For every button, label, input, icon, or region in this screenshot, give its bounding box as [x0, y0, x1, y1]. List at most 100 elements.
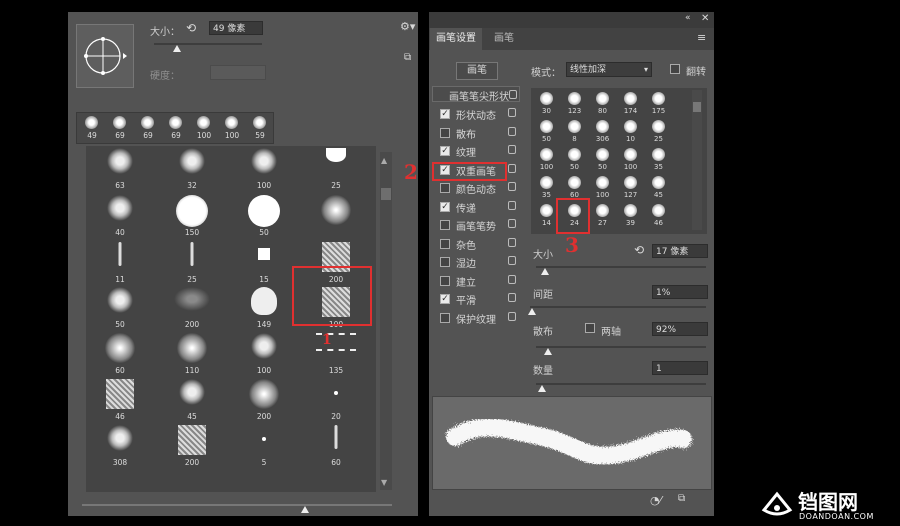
scatter-thumb[interactable]: [544, 348, 552, 355]
brush-tip[interactable]: 50: [561, 146, 588, 173]
brush-tip[interactable]: 45: [645, 174, 672, 201]
brush-option[interactable]: ✓ 形状动态: [432, 105, 520, 123]
brush-preset[interactable]: 46: [86, 377, 154, 423]
spacing-slider[interactable]: [530, 306, 706, 308]
scroll-thumb[interactable]: [381, 188, 391, 200]
count-input[interactable]: 1: [652, 361, 708, 375]
flip-checkbox[interactable]: [670, 64, 680, 74]
brush-option[interactable]: 颜色动态: [432, 179, 520, 197]
count-thumb[interactable]: [538, 385, 546, 392]
tab-brushes[interactable]: 画笔: [488, 28, 520, 50]
count-slider[interactable]: [536, 383, 706, 385]
lock-icon[interactable]: [508, 237, 516, 247]
option-checkbox[interactable]: ✓: [440, 201, 450, 212]
preview-size-thumb[interactable]: [301, 506, 309, 513]
brush-option[interactable]: 建立: [432, 272, 520, 290]
brushes-button[interactable]: 画笔: [456, 62, 498, 80]
brush-tip[interactable]: 50: [533, 118, 560, 145]
create-brush-icon[interactable]: ⧉: [678, 493, 685, 504]
lock-icon[interactable]: [508, 274, 516, 284]
lock-icon[interactable]: [508, 126, 516, 136]
spacing-thumb[interactable]: [528, 308, 536, 315]
brush-preset[interactable]: 60: [86, 331, 154, 377]
option-checkbox[interactable]: ✓: [440, 146, 450, 156]
brush-tip[interactable]: 306: [589, 118, 616, 145]
brush-option[interactable]: ✓ 平滑: [432, 290, 520, 308]
brush-option[interactable]: ✓ 传递: [432, 198, 520, 216]
recent-brush[interactable]: 59: [247, 115, 273, 141]
option-checkbox[interactable]: ✓: [440, 294, 450, 304]
preview-size-slider[interactable]: [82, 504, 392, 506]
brush-preset[interactable]: 149: [230, 285, 298, 331]
brush-tip[interactable]: 100: [589, 174, 616, 201]
option-checkbox[interactable]: [440, 220, 450, 230]
reset-size-icon[interactable]: ⟲: [186, 21, 196, 35]
lock-icon[interactable]: [508, 145, 516, 154]
brush-preset[interactable]: 200: [158, 285, 226, 331]
hardness-input[interactable]: [210, 65, 266, 80]
brush-tip[interactable]: 80: [589, 90, 616, 117]
tip-shape-header[interactable]: 画笔笔尖形状: [432, 86, 520, 103]
recent-brush[interactable]: 69: [107, 115, 133, 141]
size-slider-thumb[interactable]: [173, 45, 181, 52]
brush-tip[interactable]: 8: [561, 118, 588, 145]
lock-icon[interactable]: [508, 163, 516, 173]
brush-angle-preview[interactable]: [76, 24, 134, 88]
tip-size-slider[interactable]: [536, 266, 706, 268]
option-checkbox[interactable]: [440, 127, 450, 138]
brush-tip[interactable]: 50: [589, 146, 616, 173]
option-checkbox[interactable]: ✓: [440, 109, 450, 119]
brush-option[interactable]: 散布: [432, 124, 520, 142]
brush-tip[interactable]: 174: [617, 90, 644, 117]
lock-icon[interactable]: [508, 293, 516, 302]
lock-icon[interactable]: [508, 108, 516, 117]
brush-preset[interactable]: 150: [158, 193, 226, 239]
scatter-input[interactable]: 92%: [652, 322, 708, 336]
lock-icon[interactable]: [508, 182, 516, 191]
brush-preset[interactable]: 60: [302, 423, 370, 469]
tip-size-input[interactable]: 17 像素: [652, 244, 708, 258]
brush-tip[interactable]: 30: [533, 90, 560, 117]
both-axes-checkbox[interactable]: [585, 323, 595, 333]
tip-scroll-thumb[interactable]: [693, 102, 701, 112]
close-icon[interactable]: ✕: [701, 13, 709, 24]
option-checkbox[interactable]: [440, 257, 450, 267]
option-checkbox[interactable]: [440, 183, 450, 193]
recent-brush[interactable]: 49: [79, 115, 105, 141]
brush-preset[interactable]: 15: [230, 240, 298, 286]
brush-preset[interactable]: 63: [86, 146, 154, 192]
brush-tip[interactable]: 35: [645, 146, 672, 173]
brush-preset[interactable]: 5: [230, 423, 298, 469]
brush-preset[interactable]: 45: [158, 377, 226, 423]
brush-preset[interactable]: 100: [230, 331, 298, 377]
recent-brush[interactable]: 69: [163, 115, 189, 141]
lock-icon[interactable]: [508, 200, 516, 210]
brush-preset[interactable]: 11: [86, 240, 154, 286]
brush-tip[interactable]: 100: [533, 146, 560, 173]
recent-brush[interactable]: 100: [191, 115, 217, 141]
preset-scrollbar[interactable]: ▲ ▼: [380, 152, 392, 490]
brush-tip[interactable]: 123: [561, 90, 588, 117]
tip-scrollbar[interactable]: [692, 90, 702, 230]
reset-tip-size-icon[interactable]: ⟲: [634, 243, 644, 257]
size-input[interactable]: 49 像素: [209, 21, 263, 35]
lock-icon[interactable]: [509, 90, 517, 99]
recent-brush[interactable]: 69: [135, 115, 161, 141]
brush-tip[interactable]: 175: [645, 90, 672, 117]
toggle-preview-icon[interactable]: ◔⁄: [650, 494, 661, 507]
tab-brush-settings[interactable]: 画笔设置: [430, 28, 482, 50]
brush-preset[interactable]: 50: [230, 193, 298, 239]
brush-preset[interactable]: 135: [302, 331, 370, 377]
collapse-icon[interactable]: «: [685, 13, 691, 23]
brush-preset[interactable]: 25: [302, 146, 370, 192]
lock-icon[interactable]: [508, 256, 516, 265]
panel-menu-icon[interactable]: ≡: [697, 31, 706, 44]
brush-preset[interactable]: 200: [158, 423, 226, 469]
lock-icon[interactable]: [508, 311, 516, 321]
brush-preset[interactable]: 25: [158, 240, 226, 286]
brush-tip[interactable]: 46: [645, 202, 672, 229]
brush-tip[interactable]: 25: [645, 118, 672, 145]
scroll-up-icon[interactable]: ▲: [381, 156, 387, 165]
brush-option[interactable]: 保护纹理: [432, 309, 520, 327]
brush-preset[interactable]: 40: [86, 193, 154, 239]
